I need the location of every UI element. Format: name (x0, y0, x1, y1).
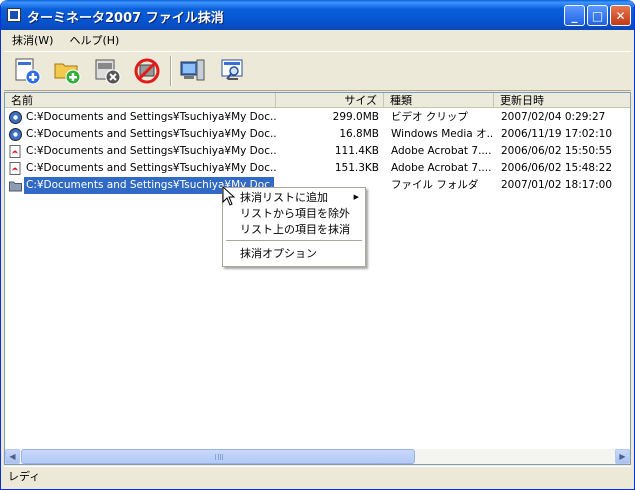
app-icon (7, 8, 21, 22)
computer-button[interactable] (176, 55, 210, 87)
row-name: C:¥Documents and Settings¥Tsuchiya¥My Do… (26, 145, 276, 157)
status-bar: レディ (4, 466, 631, 486)
add-folder-icon (54, 63, 81, 85)
title-bar[interactable]: ターミネータ2007 ファイル抹消 _ □ ✕ (1, 0, 634, 30)
media-file-icon (9, 128, 22, 141)
no-erase-button[interactable] (130, 55, 164, 87)
row-size: 16.8MB (339, 128, 379, 140)
row-name: C:¥Documents and Settings¥Tsuchiya¥My Do… (26, 162, 276, 174)
row-type: Windows Media オ... (391, 128, 493, 140)
close-button[interactable]: ✕ (610, 5, 631, 26)
ctx-separator (226, 240, 362, 241)
menu-help[interactable]: ヘルプ(H) (61, 32, 127, 48)
pdf-file-icon (9, 162, 21, 175)
row-type: Adobe Acrobat 7.... (391, 145, 492, 157)
row-type: ビデオ クリップ (391, 111, 468, 123)
ctx-add-to-list-label: 抹消リストに追加 (240, 191, 328, 204)
add-file-button[interactable] (10, 55, 44, 87)
no-erase-icon (134, 58, 160, 84)
status-text: レディ (8, 470, 41, 483)
scroll-right-button[interactable]: ▶ (615, 449, 630, 464)
row-date: 2007/01/02 18:17:00 (501, 179, 613, 191)
file-list[interactable]: 名前 サイズ 種類 更新日時 C:¥Documents and Settings… (4, 92, 631, 465)
ctx-erase-options[interactable]: 抹消オプション (223, 246, 365, 261)
add-file-icon (15, 58, 41, 85)
mouse-cursor-icon (222, 186, 236, 206)
scroll-left-button[interactable]: ◀ (5, 449, 20, 464)
table-row[interactable]: C:¥Documents and Settings¥Tsuchiya¥My Do… (5, 143, 630, 160)
window-title: ターミネータ2007 ファイル抹消 (27, 11, 224, 26)
row-type: Adobe Acrobat 7.... (391, 162, 492, 174)
submenu-arrow-icon: ▶ (353, 193, 359, 201)
table-row[interactable]: C:¥Documents and Settings¥Tsuchiya¥My Do… (5, 126, 630, 143)
grip-icon (215, 454, 223, 460)
table-row[interactable]: C:¥Documents and Settings¥Tsuchiya¥My Do… (5, 109, 630, 126)
monitor-search-icon (221, 59, 243, 80)
horizontal-scrollbar[interactable]: ◀ ▶ (5, 449, 630, 464)
row-size: 151.3KB (334, 162, 379, 174)
row-date: 2006/11/19 17:02:10 (501, 128, 613, 140)
row-type: ファイル フォルダ (391, 179, 479, 191)
ctx-add-to-list[interactable]: 抹消リストに追加 ▶ (223, 190, 365, 205)
remove-item-icon (95, 59, 121, 85)
remove-item-button[interactable] (90, 55, 124, 87)
minimize-button[interactable]: _ (564, 5, 585, 26)
maximize-button[interactable]: □ (587, 5, 608, 26)
column-size[interactable]: サイズ (276, 93, 384, 108)
computer-icon (180, 59, 205, 81)
video-file-icon (9, 111, 22, 124)
monitor-search-button[interactable] (216, 55, 250, 87)
column-type[interactable]: 種類 (384, 93, 494, 108)
row-size: 111.4KB (334, 145, 379, 157)
row-date: 2006/06/02 15:50:55 (501, 145, 613, 157)
column-date[interactable]: 更新日時 (494, 93, 630, 108)
toolbar-separator (170, 56, 172, 86)
folder-icon (9, 181, 22, 192)
column-name[interactable]: 名前 (5, 93, 276, 108)
menu-bar: 抹消(W) ヘルプ(H) (4, 30, 631, 50)
scroll-thumb[interactable] (21, 449, 415, 464)
toolbar (4, 51, 631, 91)
row-date: 2006/06/02 15:48:22 (501, 162, 613, 174)
row-size: 299.0MB (332, 111, 379, 123)
row-date: 2007/02/04 0:29:27 (501, 111, 606, 123)
table-row[interactable]: C:¥Documents and Settings¥Tsuchiya¥My Do… (5, 160, 630, 177)
menu-erase[interactable]: 抹消(W) (4, 32, 61, 48)
row-name: C:¥Documents and Settings¥Tsuchiya¥My Do… (26, 111, 276, 123)
add-folder-button[interactable] (50, 55, 84, 87)
pdf-file-icon (9, 145, 21, 158)
context-menu: 抹消リストに追加 ▶ リストから項目を除外 リスト上の項目を抹消 抹消オプション (222, 187, 366, 267)
row-name: C:¥Documents and Settings¥Tsuchiya¥My Do… (26, 128, 276, 140)
ctx-remove-from-list[interactable]: リストから項目を除外 (223, 206, 365, 221)
ctx-erase-list-items[interactable]: リスト上の項目を抹消 (223, 222, 365, 237)
list-header: 名前 サイズ 種類 更新日時 (5, 93, 630, 108)
